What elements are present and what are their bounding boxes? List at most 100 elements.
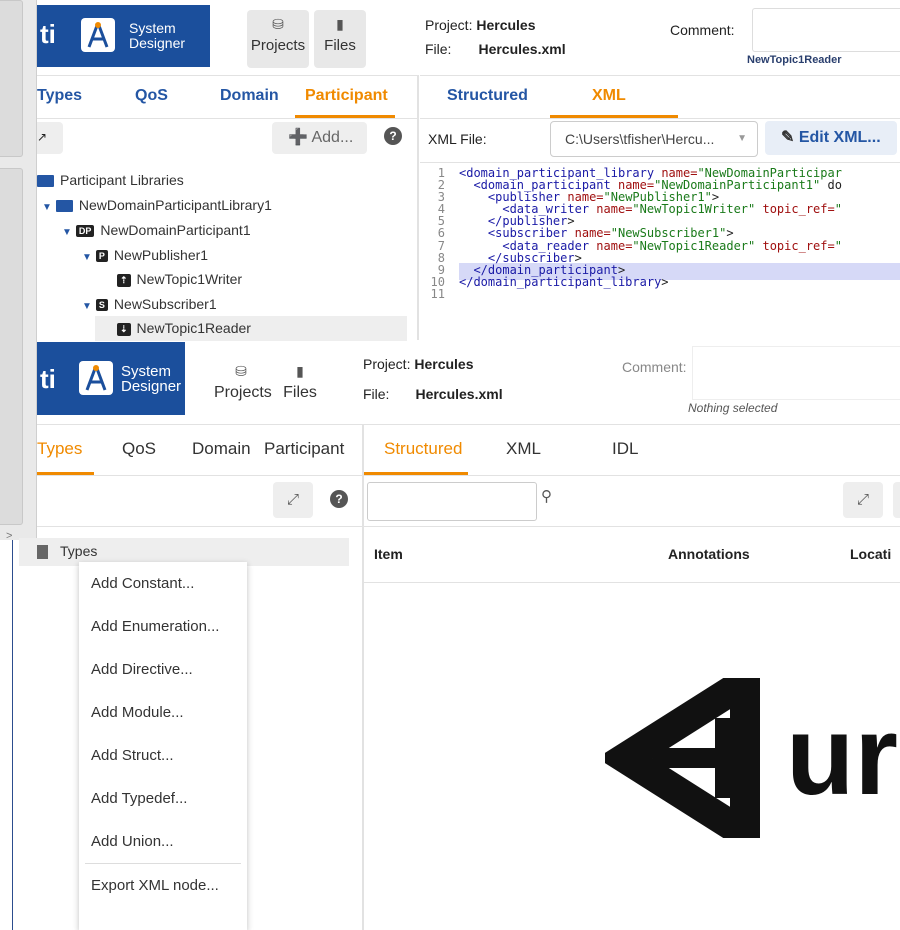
app-name: System Designer: [121, 363, 182, 395]
rail-tab[interactable]: [0, 0, 23, 157]
tree-item-reader[interactable]: ⇣ NewTopic1Reader: [117, 320, 251, 336]
xml-file-select[interactable]: C:\Users\tfisher\Hercu... ▼: [550, 121, 758, 157]
menu-item-export-xml[interactable]: Export XML node...: [79, 864, 247, 907]
menu-item-add-module[interactable]: Add Module...: [79, 691, 247, 734]
divider: [12, 540, 13, 930]
add-button[interactable]: ➕ Add...: [272, 122, 367, 154]
tab-types[interactable]: Types: [37, 439, 82, 459]
menu-item-add-typedef[interactable]: Add Typedef...: [79, 777, 247, 820]
collapse-button[interactable]: ↗: [37, 122, 63, 154]
comment-input[interactable]: [752, 8, 900, 52]
help-icon[interactable]: ?: [384, 127, 402, 145]
tab-domain[interactable]: Domain: [220, 87, 279, 105]
code-line: 11: [421, 288, 842, 300]
projects-button[interactable]: ⛁ Projects: [214, 346, 272, 416]
database-icon: ⛁: [235, 363, 247, 379]
tab-xml[interactable]: XML: [506, 439, 541, 459]
xml-code: 1 <domain_participant_library name="NewDo…: [421, 167, 842, 300]
left-tab-bar: Types QoS Domain Participant: [37, 424, 362, 476]
toolbar-button[interactable]: [893, 482, 900, 518]
project-label: Project: Hercules: [363, 356, 474, 372]
search-icon[interactable]: ⚲: [541, 487, 552, 505]
tree-item-publisher[interactable]: ▼ P NewPublisher1: [82, 247, 208, 263]
file-icon: ▮: [336, 16, 344, 32]
file-value: Hercules.xml: [415, 386, 503, 402]
unity-wordmark: ur: [786, 693, 898, 818]
database-icon: ⛁: [272, 16, 284, 32]
menu-item-add-enumeration[interactable]: Add Enumeration...: [79, 605, 247, 648]
app-brand: ti System Designer: [37, 342, 185, 415]
subscriber-icon: S: [95, 299, 108, 312]
file-icon: ▮: [296, 363, 304, 379]
tab-qos[interactable]: QoS: [122, 439, 156, 459]
expand-icon[interactable]: ⤢: [273, 482, 313, 518]
file-label: File: Hercules.xml: [425, 41, 566, 57]
reader-icon: ⇣: [117, 322, 131, 336]
tab-participant[interactable]: Participant: [264, 439, 344, 459]
tab-idl[interactable]: IDL: [612, 439, 638, 459]
menu-item-add-constant[interactable]: Add Constant...: [79, 562, 247, 605]
tab-participant[interactable]: Participant: [305, 87, 388, 105]
menu-item-add-union[interactable]: Add Union...: [79, 820, 247, 863]
tree-item-writer[interactable]: ⇡ NewTopic1Writer: [117, 271, 242, 287]
tab-structured[interactable]: Structured: [447, 87, 528, 105]
tab-types[interactable]: Types: [37, 87, 82, 105]
column-header-annotations[interactable]: Annotations: [668, 546, 750, 562]
left-tab-bar: Types QoS Domain Participant: [37, 75, 417, 119]
tab-domain[interactable]: Domain: [192, 439, 251, 459]
panel-divider: [417, 75, 419, 340]
line-number: 7: [437, 238, 445, 253]
search-input[interactable]: [367, 482, 537, 521]
code-line: 10 </domain_participant_library>: [421, 276, 842, 288]
panel-divider: [362, 424, 364, 930]
rti-logo: ti: [40, 19, 56, 49]
system-designer-logo-icon: [79, 361, 113, 395]
tab-structured[interactable]: Structured: [384, 439, 462, 459]
chevron-down-icon: ▼: [737, 133, 747, 144]
right-tab-bar: Structured XML: [420, 75, 900, 119]
selection-note: NewTopic1Reader: [747, 54, 842, 66]
column-header-location[interactable]: Locati: [850, 546, 891, 562]
folder-open-icon: [37, 175, 54, 188]
tree-item-subscriber[interactable]: ▼ S NewSubscriber1: [82, 296, 217, 312]
column-header-item[interactable]: Item: [374, 546, 403, 562]
tab-qos[interactable]: QoS: [135, 87, 168, 105]
caret-down-icon: ▼: [82, 301, 92, 312]
active-tab-indicator: [364, 472, 468, 475]
project-value: Hercules: [414, 356, 474, 372]
tree-item-participant-libraries[interactable]: Participant Libraries: [37, 172, 184, 188]
tree-item-domain-participant[interactable]: ▼ DP NewDomainParticipant1: [62, 222, 251, 238]
caret-down-icon: ▼: [42, 202, 52, 213]
system-designer-logo-icon: [81, 18, 115, 52]
comment-label: Comment:: [622, 359, 687, 375]
publisher-icon: P: [95, 250, 108, 263]
file-value: Hercules.xml: [478, 41, 566, 57]
expand-icon[interactable]: ⤢: [843, 482, 883, 518]
file-icon: [37, 545, 48, 560]
tree-item-types[interactable]: Types: [37, 543, 97, 560]
active-tab-indicator: [37, 472, 94, 475]
menu-item-add-directive[interactable]: Add Directive...: [79, 648, 247, 691]
line-number: 11: [430, 286, 445, 301]
active-tab-indicator: [550, 115, 678, 118]
caret-down-icon: ▼: [62, 227, 72, 238]
help-icon[interactable]: ?: [330, 490, 348, 508]
tab-xml[interactable]: XML: [592, 87, 626, 105]
rti-logo: ti: [40, 364, 56, 394]
comment-input[interactable]: [692, 346, 900, 400]
edit-xml-button[interactable]: ✎ Edit XML...: [765, 121, 897, 155]
menu-item-add-struct[interactable]: Add Struct...: [79, 734, 247, 777]
pencil-icon: ✎: [781, 129, 795, 146]
tree-item-library[interactable]: ▼ NewDomainParticipantLibrary1: [42, 197, 272, 213]
xml-file-label: XML File:: [428, 131, 487, 147]
rail-tab[interactable]: [0, 168, 23, 525]
table-header: Item Annotations Locati: [364, 527, 900, 583]
unity-logo-icon: [605, 678, 760, 838]
files-button[interactable]: ▮ Files: [314, 10, 366, 68]
selection-note: Nothing selected: [688, 401, 778, 415]
projects-button[interactable]: ⛁ Projects: [247, 10, 309, 68]
bottom-window: ti System Designer ⛁ Projects ▮ Files Pro…: [19, 340, 900, 930]
comment-label: Comment:: [670, 22, 735, 38]
files-button[interactable]: ▮ Files: [275, 346, 325, 416]
folder-open-icon: [55, 200, 73, 213]
